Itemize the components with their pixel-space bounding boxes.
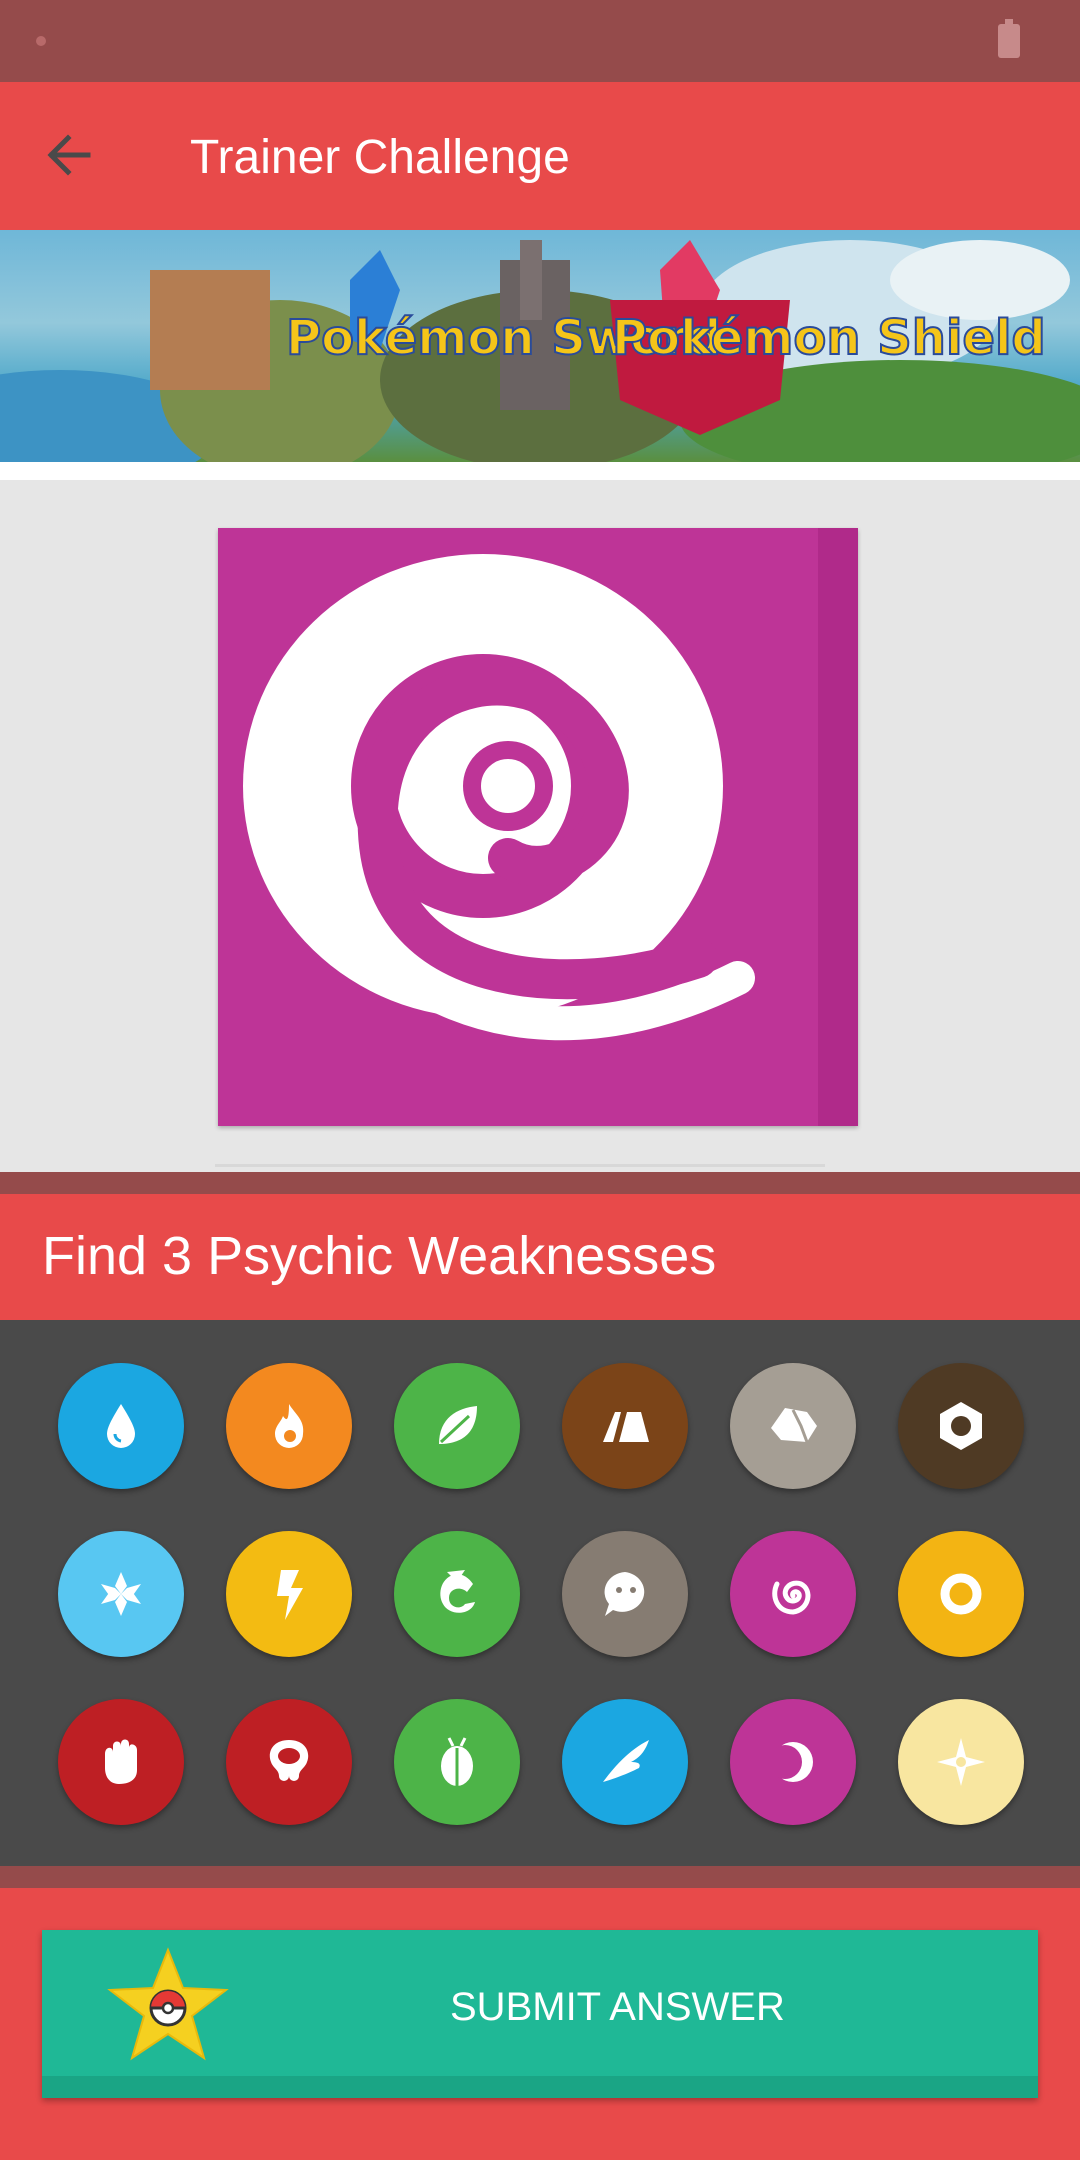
lightning-icon bbox=[277, 1570, 303, 1620]
star-pokeball-icon bbox=[106, 1946, 230, 2064]
type-button-steel[interactable] bbox=[898, 1363, 1024, 1489]
face-icon bbox=[604, 1572, 645, 1616]
type-button-normal[interactable] bbox=[562, 1531, 688, 1657]
game-banner: Pokémon Sword Pokémon Shield bbox=[0, 230, 1080, 462]
type-button-dark[interactable] bbox=[730, 1699, 856, 1825]
type-button-bug[interactable] bbox=[394, 1699, 520, 1825]
card-edge bbox=[818, 528, 858, 1126]
snowflake-icon bbox=[101, 1572, 141, 1616]
type-button-fire[interactable] bbox=[226, 1363, 352, 1489]
arrow-left-icon bbox=[47, 134, 91, 176]
leaf-icon bbox=[439, 1406, 477, 1444]
type-button-water[interactable] bbox=[58, 1363, 184, 1489]
card-shadow bbox=[215, 1164, 825, 1167]
banner-divider bbox=[0, 462, 1080, 480]
type-button-fighting[interactable] bbox=[58, 1699, 184, 1825]
wing-icon bbox=[603, 1740, 649, 1782]
type-button-poison[interactable] bbox=[226, 1699, 352, 1825]
type-button-ground[interactable] bbox=[562, 1363, 688, 1489]
ring-icon bbox=[940, 1573, 982, 1615]
type-button-psychic[interactable] bbox=[730, 1531, 856, 1657]
page-title: Trainer Challenge bbox=[190, 131, 570, 184]
type-button-grass[interactable] bbox=[394, 1363, 520, 1489]
type-button-fairy[interactable] bbox=[898, 1699, 1024, 1825]
status-bar bbox=[0, 0, 1080, 82]
battery-icon bbox=[998, 19, 1020, 58]
sparkle-icon bbox=[937, 1738, 985, 1786]
section-divider bbox=[0, 1172, 1080, 1194]
spiral-icon bbox=[243, 554, 755, 1041]
spiral-icon bbox=[772, 1580, 811, 1615]
section-divider-bottom bbox=[0, 1866, 1080, 1888]
type-button-electric-ring[interactable] bbox=[898, 1531, 1024, 1657]
submit-button-label: SUBMIT ANSWER bbox=[450, 1985, 785, 2029]
type-button-dragon[interactable] bbox=[394, 1531, 520, 1657]
fist-icon bbox=[105, 1739, 137, 1784]
submit-button-shadow bbox=[42, 2076, 1038, 2098]
rock-icon bbox=[771, 1408, 817, 1443]
shield-logo: Pokémon Shield bbox=[611, 309, 1047, 367]
type-button-ice[interactable] bbox=[58, 1531, 184, 1657]
hex-nut-icon bbox=[940, 1402, 982, 1450]
ground-icon bbox=[603, 1412, 649, 1442]
type-button-flying[interactable] bbox=[562, 1699, 688, 1825]
type-button-electric[interactable] bbox=[226, 1531, 352, 1657]
dragon-icon bbox=[440, 1570, 475, 1613]
bug-icon bbox=[441, 1737, 473, 1786]
skull-icon bbox=[269, 1740, 309, 1781]
type-button-rock[interactable] bbox=[730, 1363, 856, 1489]
flame-icon bbox=[275, 1404, 304, 1448]
crescent-moon-icon bbox=[768, 1742, 813, 1782]
question-text: Find 3 Psychic Weaknesses bbox=[42, 1226, 717, 1286]
psychic-type-card bbox=[218, 528, 858, 1126]
back-button[interactable] bbox=[40, 118, 104, 192]
notification-dot-icon bbox=[36, 36, 46, 46]
water-drop-icon bbox=[107, 1404, 135, 1448]
